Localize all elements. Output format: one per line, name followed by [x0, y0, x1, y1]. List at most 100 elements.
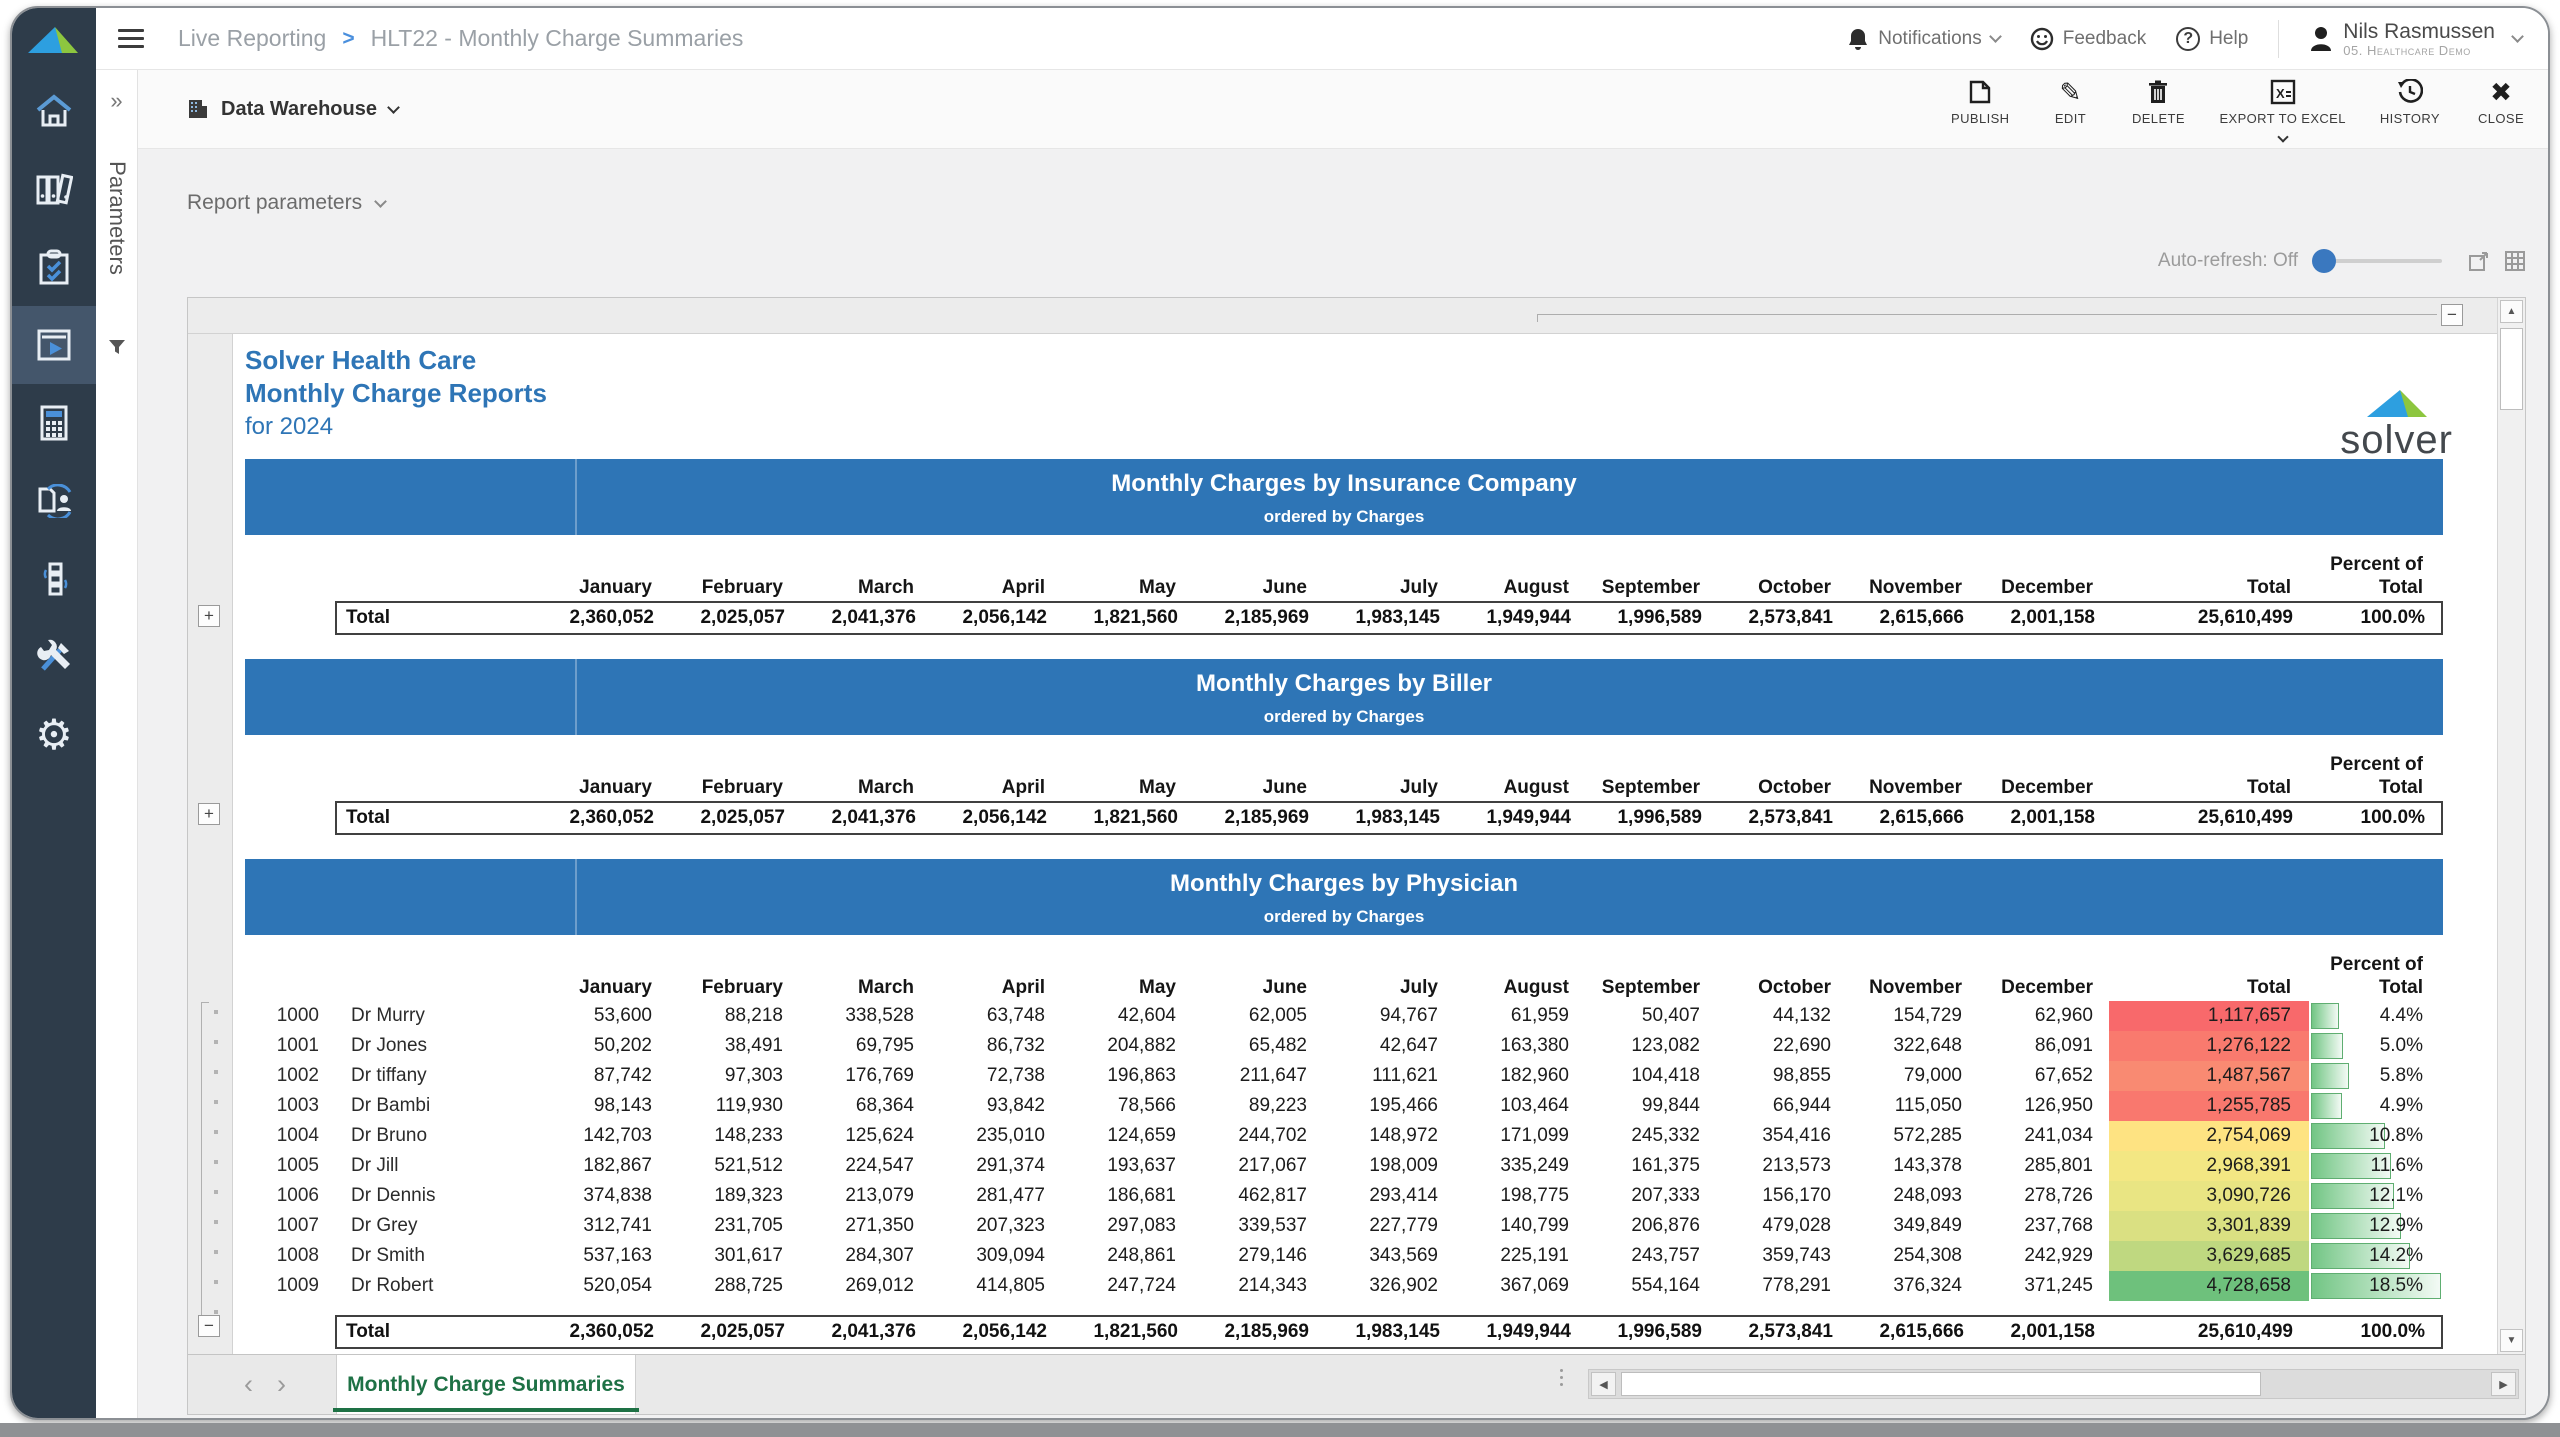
total-month-value: 2,056,142 [932, 1321, 1063, 1343]
total-column-header: Total [2109, 777, 2309, 803]
month-column-header: August [1454, 577, 1585, 603]
physician-month-value: 98,855 [1716, 1065, 1847, 1087]
user-chevron-down-icon [2511, 30, 2524, 43]
total-month-value: 2,041,376 [801, 1321, 932, 1343]
vertical-scroll-thumb[interactable] [2500, 328, 2523, 410]
sheet-nav-right-icon[interactable]: › [277, 1371, 286, 1398]
collapse-physician-rows-button[interactable]: − [198, 1315, 220, 1337]
physician-month-value: 312,741 [537, 1215, 668, 1237]
feedback-button[interactable]: Feedback [2030, 27, 2146, 51]
physician-name: Dr Smith [325, 1245, 537, 1267]
close-button[interactable]: ✖ CLOSE [2474, 77, 2528, 126]
total-month-value: 1,996,589 [1587, 607, 1718, 629]
physician-month-value: 161,375 [1585, 1155, 1716, 1177]
month-header-row: JanuaryFebruaryMarchAprilMayJuneJulyAugu… [245, 953, 2443, 1001]
scroll-left-button[interactable]: ◀ [1591, 1372, 1616, 1396]
sidebar-item-document-user[interactable] [12, 462, 96, 540]
physician-id: 1001 [245, 1035, 325, 1057]
sidebar-item-tools[interactable] [12, 618, 96, 696]
physician-month-value: 61,959 [1454, 1005, 1585, 1027]
row-outline-gutter: + + − [188, 334, 233, 1354]
scroll-right-button[interactable]: ▶ [2491, 1372, 2516, 1396]
physician-month-value: 72,738 [930, 1065, 1061, 1087]
physician-name: Dr tiffany [325, 1065, 537, 1087]
auto-refresh-slider[interactable] [2314, 259, 2442, 263]
physician-month-value: 182,960 [1454, 1065, 1585, 1087]
total-month-value: 1,983,145 [1325, 807, 1456, 829]
sidebar-item-calculator[interactable] [12, 384, 96, 462]
total-month-value: 2,025,057 [670, 1321, 801, 1343]
physician-month-value: 78,566 [1061, 1095, 1192, 1117]
physician-month-value: 62,960 [1978, 1005, 2109, 1027]
delete-button[interactable]: DELETE [2131, 77, 2185, 126]
sidebar-item-checklist[interactable] [12, 228, 96, 306]
tab-scroll-splitter[interactable] [1560, 1369, 1563, 1386]
sidebar-item-settings[interactable]: ⚙ [12, 696, 96, 774]
physician-month-value: 163,380 [1454, 1035, 1585, 1057]
physician-total-heatmap-cell: 1,487,567 [2109, 1061, 2309, 1091]
sidebar-item-binders[interactable] [12, 150, 96, 228]
edit-button[interactable]: ✎ EDIT [2043, 77, 2097, 126]
physician-percent-value: 5.8% [2380, 1061, 2423, 1091]
sidebar-item-integrations[interactable] [12, 540, 96, 618]
filter-funnel-icon[interactable] [96, 338, 137, 356]
month-column-header: June [1192, 777, 1323, 803]
export-to-excel-button[interactable]: X EXPORT TO EXCEL [2219, 77, 2345, 141]
scroll-up-button[interactable]: ▲ [2500, 300, 2523, 323]
month-column-header: February [668, 977, 799, 1003]
month-column-header: January [537, 577, 668, 603]
physician-month-value: 291,374 [930, 1155, 1061, 1177]
notifications-button[interactable]: Notifications [1847, 27, 2000, 51]
expand-window-icon[interactable] [2468, 250, 2490, 272]
physician-month-value: 376,324 [1847, 1275, 1978, 1297]
month-column-header: March [799, 977, 930, 1003]
breadcrumb-section[interactable]: Live Reporting [178, 25, 326, 52]
vertical-scrollbar[interactable]: ▲ ▼ [2497, 298, 2525, 1354]
expand-biller-rows-button[interactable]: + [198, 803, 220, 825]
slider-knob[interactable] [2312, 249, 2336, 273]
parameters-rail-label[interactable]: Parameters [104, 161, 130, 275]
physician-month-value: 119,930 [668, 1095, 799, 1117]
menu-hamburger-icon[interactable] [118, 29, 144, 48]
physician-month-value: 204,882 [1061, 1035, 1192, 1057]
report-parameters-dropdown[interactable]: Report parameters [187, 191, 385, 215]
publish-icon [1968, 77, 1992, 105]
horizontal-scrollbar[interactable]: ◀ ▶ [1588, 1369, 2519, 1399]
total-column-header: Total [2109, 577, 2309, 603]
user-menu[interactable]: Nils Rasmussen 05. Healthcare Demo [2309, 20, 2522, 58]
physician-percent-cell: 4.9% [2309, 1091, 2443, 1121]
parameters-rail: » Parameters [96, 70, 138, 1418]
physician-total-heatmap-cell: 1,276,122 [2109, 1031, 2309, 1061]
scroll-down-button[interactable]: ▼ [2500, 1329, 2523, 1352]
row-label-spacer [245, 599, 537, 603]
total-month-value: 2,025,057 [670, 607, 801, 629]
expand-insurance-rows-button[interactable]: + [198, 605, 220, 627]
solver-logo[interactable] [12, 8, 96, 72]
sidebar-item-live-reporting[interactable] [12, 306, 96, 384]
physician-month-value: 479,028 [1716, 1215, 1847, 1237]
horizontal-scroll-thumb[interactable] [1621, 1372, 2261, 1396]
physician-month-value: 338,528 [799, 1005, 930, 1027]
total-month-value: 2,185,969 [1194, 1321, 1325, 1343]
blank-row [245, 1301, 2443, 1315]
expand-parameters-icon[interactable]: » [96, 88, 137, 114]
physician-row: 1005Dr Jill182,867521,512224,547291,3741… [245, 1151, 2443, 1181]
physician-total-heatmap-cell: 3,629,685 [2109, 1241, 2309, 1271]
data-source-dropdown[interactable]: Data Warehouse [187, 98, 398, 121]
column-collapse-button[interactable]: − [2441, 304, 2463, 326]
sheet-tab-monthly-charge-summaries[interactable]: Monthly Charge Summaries [336, 1355, 636, 1414]
physician-name: Dr Murry [325, 1005, 537, 1027]
sheet-nav-left-icon[interactable]: ‹ [244, 1371, 253, 1398]
grid-view-icon[interactable] [2504, 250, 2526, 272]
total-month-value: 2,360,052 [539, 1321, 670, 1343]
month-column-header: December [1978, 977, 2109, 1003]
physician-id: 1003 [245, 1095, 325, 1117]
physician-percent-value: 11.6% [2371, 1151, 2423, 1181]
report-viewport: − + + − Solver Health Car [187, 297, 2526, 1415]
sidebar-item-home[interactable] [12, 72, 96, 150]
physician-id: 1004 [245, 1125, 325, 1147]
help-button[interactable]: ? Help [2176, 27, 2248, 51]
publish-button[interactable]: PUBLISH [1951, 77, 2009, 126]
history-button[interactable]: HISTORY [2380, 77, 2440, 126]
total-month-value: 2,025,057 [670, 807, 801, 829]
